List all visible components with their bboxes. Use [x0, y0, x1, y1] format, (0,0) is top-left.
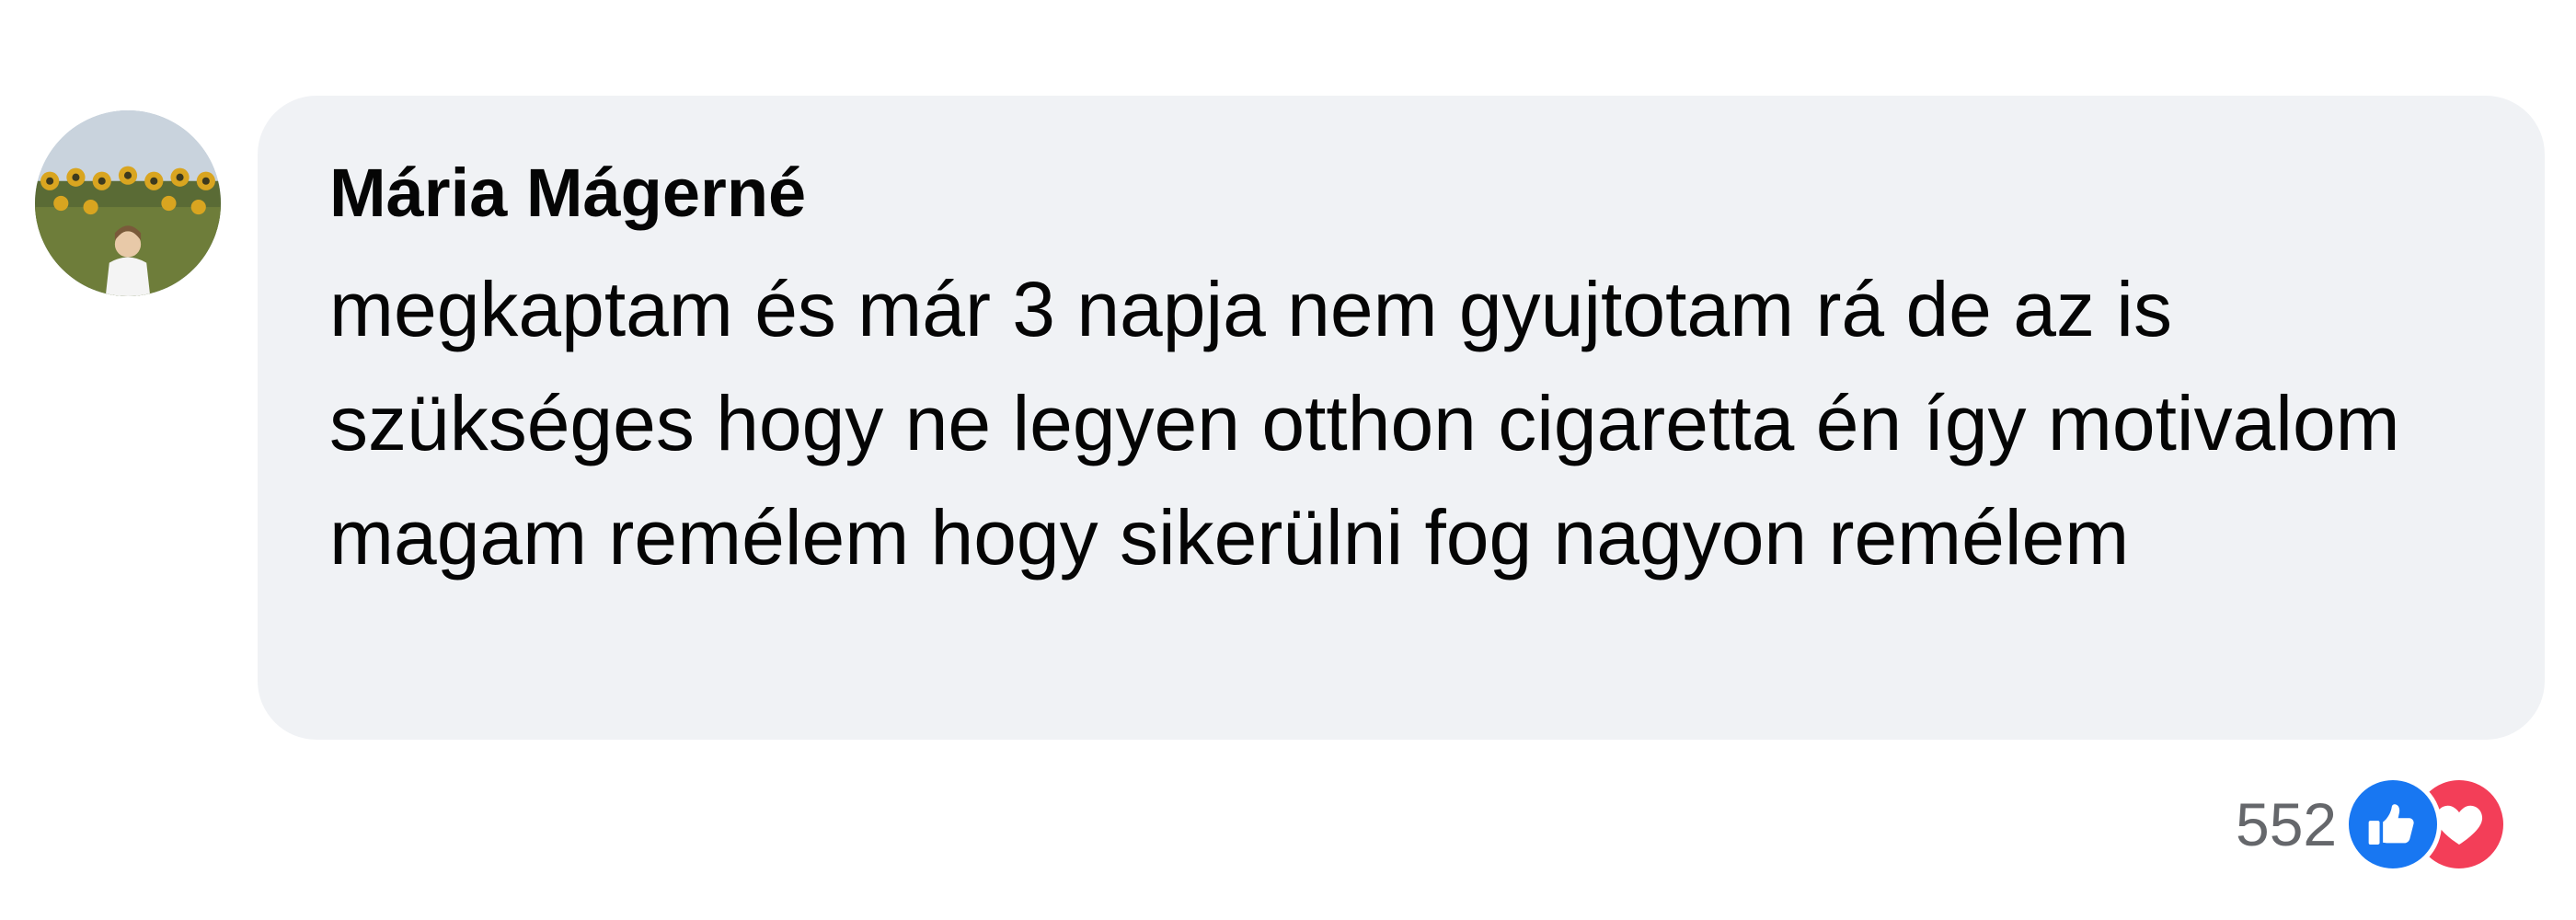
avatar-photo-icon [35, 110, 221, 296]
comment-author[interactable]: Mária Mágerné [329, 151, 806, 236]
like-icon [2344, 776, 2443, 873]
comment-text: megkaptam és már 3 napja nem gyujtotam r… [329, 266, 2400, 581]
reactions-summary[interactable]: 552 [2236, 776, 2509, 873]
comment: Mária Mágerné megkaptam és már 3 napja n… [0, 0, 2576, 920]
reaction-count: 552 [2236, 790, 2338, 858]
avatar[interactable] [35, 110, 221, 296]
comment-bubble: Mária Mágerné megkaptam és már 3 napja n… [258, 96, 2545, 740]
